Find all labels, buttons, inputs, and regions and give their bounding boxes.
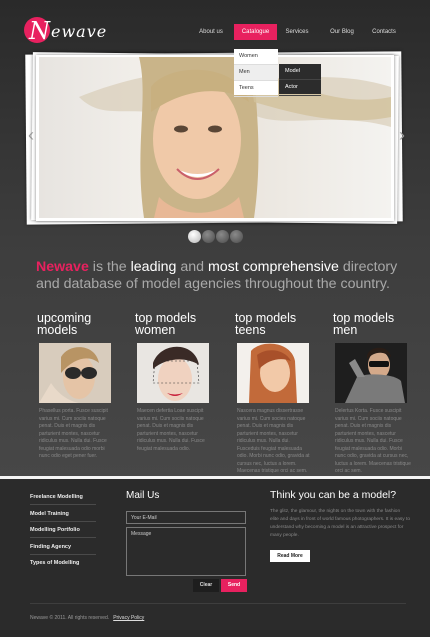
category-top-models-teens: top models teens Nascera magnus dissertr… bbox=[235, 312, 312, 489]
footer-link[interactable]: Types of Modelling bbox=[30, 560, 100, 566]
model-portrait-illustration bbox=[79, 57, 391, 218]
logo-wordmark: ewave bbox=[51, 22, 108, 41]
category-description: Maecen defertia Loae suscipit varius mi.… bbox=[137, 408, 205, 452]
category-upcoming-models: upcoming models Phasellus porta. Fusce s… bbox=[37, 312, 113, 459]
footer-link-divider bbox=[30, 504, 96, 505]
send-button[interactable]: Send bbox=[221, 579, 247, 592]
tagline: Newave is the leading and most comprehen… bbox=[36, 259, 416, 293]
tagline-text: and bbox=[176, 259, 208, 275]
category-photo[interactable] bbox=[335, 343, 407, 403]
submenu-item-model[interactable]: Model bbox=[279, 64, 321, 80]
privacy-policy-link[interactable]: Privacy Policy bbox=[113, 615, 144, 621]
think-model-text: The glitz, the glamour, the nights on th… bbox=[270, 509, 410, 538]
logo-initial: N bbox=[29, 17, 50, 45]
dropdown-item-men[interactable]: Men bbox=[234, 65, 278, 81]
footer-link-divider bbox=[30, 521, 96, 522]
category-title[interactable]: top models teens bbox=[235, 312, 311, 340]
category-photo[interactable] bbox=[237, 343, 309, 403]
slide-image bbox=[39, 57, 391, 218]
category-title-line2: men bbox=[333, 323, 358, 337]
footer-link[interactable]: Freelance Modelling bbox=[30, 494, 100, 500]
tagline-highlight: leading bbox=[130, 259, 177, 275]
copyright-text: Newave © 2011. All rights reserved. bbox=[30, 615, 110, 621]
nav-about-us[interactable]: About us bbox=[198, 24, 224, 40]
copyright: Newave © 2011. All rights reserved. Priva… bbox=[30, 615, 144, 621]
photo-teen-model bbox=[237, 343, 309, 403]
footer-link-divider bbox=[30, 537, 96, 538]
submenu-item-actor[interactable]: Actor bbox=[279, 80, 321, 96]
nav-contacts[interactable]: Contacts bbox=[372, 24, 396, 40]
men-submenu: Model Actor bbox=[279, 64, 321, 96]
slider-dot[interactable] bbox=[188, 230, 201, 243]
category-description: Phasellus porta. Fusce suscipit varius m… bbox=[39, 408, 108, 459]
category-top-models-men: top models men Delertus Korta. Fusce sus… bbox=[333, 312, 411, 474]
category-title[interactable]: top models women bbox=[135, 312, 211, 340]
mail-us-heading: Mail Us bbox=[126, 490, 160, 501]
email-field[interactable]: Your E-Mail bbox=[126, 511, 246, 524]
slider-dot[interactable] bbox=[202, 230, 215, 243]
category-photo[interactable] bbox=[39, 343, 111, 403]
slider-next-icon[interactable]: › bbox=[399, 125, 405, 146]
nav-our-blog[interactable]: Our Blog bbox=[329, 24, 355, 40]
footer-link[interactable]: Model Training bbox=[30, 511, 100, 517]
slider-dot[interactable] bbox=[230, 230, 243, 243]
read-more-button[interactable]: Read More bbox=[270, 550, 310, 562]
category-photo[interactable] bbox=[137, 343, 209, 403]
dropdown-item-teens[interactable]: Teens bbox=[234, 81, 278, 97]
tagline-text: is the bbox=[88, 259, 131, 275]
photo-upcoming-model bbox=[39, 343, 111, 403]
dropdown-item-women[interactable]: Women bbox=[234, 49, 278, 65]
footer-link[interactable]: Modelling Portfolio bbox=[30, 527, 100, 533]
category-title[interactable]: upcoming models bbox=[37, 312, 113, 340]
footer-link-divider bbox=[30, 554, 96, 555]
category-title[interactable]: top models men bbox=[333, 312, 409, 340]
category-title-line2: teens bbox=[235, 323, 266, 337]
catalogue-dropdown: Women Men Teens bbox=[234, 49, 278, 97]
photo-woman-model bbox=[137, 343, 209, 403]
slider-dot[interactable] bbox=[216, 230, 229, 243]
think-model-heading: Think you can be a model? bbox=[270, 489, 397, 501]
category-title-line2: women bbox=[135, 323, 176, 337]
message-field[interactable]: Message bbox=[126, 527, 246, 576]
tagline-highlight: most comprehensive bbox=[207, 259, 339, 275]
clear-button[interactable]: Clear bbox=[193, 579, 219, 592]
category-top-models-women: top models women Maecen defertia Loae su… bbox=[135, 312, 211, 452]
slider-prev-icon[interactable]: ‹ bbox=[28, 125, 34, 146]
nav-services[interactable]: Services bbox=[285, 24, 309, 40]
tagline-brand: Newave bbox=[36, 259, 89, 275]
category-description: Delertus Korta. Fusce suscipit varius mi… bbox=[335, 408, 411, 474]
footer: Freelance Modelling Model Training Model… bbox=[0, 479, 430, 637]
footer-bottom-divider bbox=[30, 603, 406, 604]
photo-man-model bbox=[335, 343, 407, 403]
category-title-line2: models bbox=[37, 323, 78, 337]
footer-link[interactable]: Finding Agency bbox=[30, 544, 100, 550]
nav-catalogue[interactable]: Catalogue bbox=[234, 24, 277, 40]
